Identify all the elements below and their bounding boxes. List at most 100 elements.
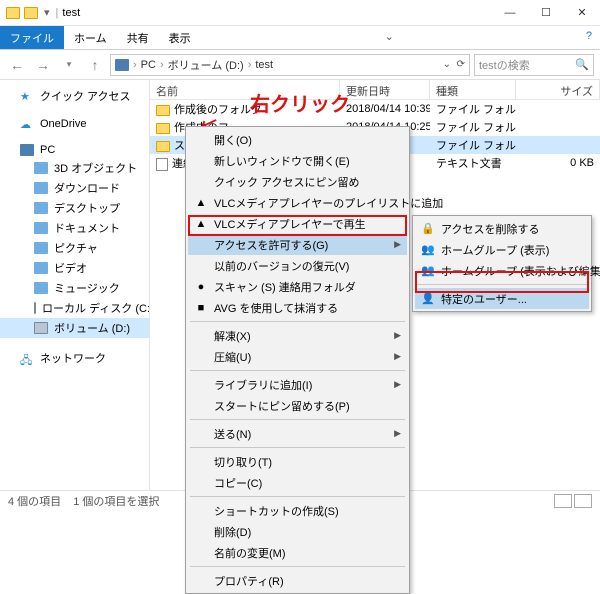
menu-item[interactable]: プロパティ(R) — [188, 570, 407, 591]
context-submenu: 🔒アクセスを削除する👥ホームグループ (表示)👥ホームグループ (表示および編集… — [412, 215, 592, 312]
nav-pc[interactable]: PC — [0, 142, 149, 158]
menu-item[interactable]: アクセスを許可する(G)▶ — [188, 234, 407, 255]
ribbon-expand-icon[interactable]: ⌄ — [377, 26, 402, 49]
menu-item[interactable]: ショートカットの作成(S) — [188, 500, 407, 521]
nav-pc-item[interactable]: ダウンロード — [0, 178, 149, 198]
menu-item[interactable]: 👥ホームグループ (表示および編集) — [415, 260, 589, 281]
menu-item[interactable]: スタートにピン留めする(P) — [188, 395, 407, 416]
menu-item[interactable]: 🔒アクセスを削除する — [415, 218, 589, 239]
back-button[interactable]: ← — [6, 54, 28, 76]
tab-file[interactable]: ファイル — [0, 26, 64, 49]
menu-item[interactable]: ▲VLCメディアプレイヤーのプレイリストに追加 — [188, 192, 407, 213]
menu-item[interactable]: ■AVG を使用して抹消する — [188, 297, 407, 318]
menu-item-icon: ▲ — [193, 218, 209, 230]
maximize-button[interactable]: ☐ — [528, 0, 564, 26]
tab-share[interactable]: 共有 — [117, 26, 159, 49]
submenu-arrow-icon: ▶ — [394, 330, 401, 341]
document-icon — [156, 158, 168, 171]
menu-item-icon: ● — [193, 281, 209, 293]
menu-item[interactable]: クイック アクセスにピン留め — [188, 171, 407, 192]
submenu-arrow-icon: ▶ — [394, 351, 401, 362]
folder-icon — [34, 222, 48, 234]
col-size[interactable]: サイズ — [516, 80, 600, 99]
status-selected: 1 個の項目を選択 — [73, 493, 159, 509]
menu-item[interactable]: 開く(O) — [188, 129, 407, 150]
up-button[interactable]: ↑ — [84, 54, 106, 76]
forward-button[interactable]: → — [32, 54, 54, 76]
menu-item[interactable]: ライブラリに追加(I)▶ — [188, 374, 407, 395]
menu-item[interactable]: 新しいウィンドウで開く(E) — [188, 150, 407, 171]
column-headers: 名前 更新日時 種類 サイズ — [150, 80, 600, 100]
folder-icon — [6, 7, 20, 19]
nav-network[interactable]: 🖧ネットワーク — [0, 348, 149, 368]
titlebar-menu-icon[interactable]: ▾ — [44, 6, 50, 19]
menu-item[interactable]: ●スキャン (S) 連絡用フォルダ — [188, 276, 407, 297]
folder-icon — [34, 262, 48, 274]
nav-pc-item[interactable]: ドキュメント — [0, 218, 149, 238]
menu-item[interactable]: ▲VLCメディアプレイヤーで再生 — [188, 213, 407, 234]
menu-item[interactable]: 切り取り(T) — [188, 451, 407, 472]
tab-view[interactable]: 表示 — [159, 26, 201, 49]
refresh-icon[interactable]: ⌄ ⟳ — [443, 59, 465, 70]
breadcrumb-item[interactable]: PC — [141, 59, 156, 71]
nav-quick-access[interactable]: ★クイック アクセス — [0, 86, 149, 106]
submenu-arrow-icon: ▶ — [394, 428, 401, 439]
nav-pc-item[interactable]: ローカル ディスク (C:) — [0, 298, 149, 318]
menu-item[interactable]: 名前の変更(M) — [188, 542, 407, 563]
ribbon-tabs: ファイル ホーム 共有 表示 ⌄ ? — [0, 26, 600, 50]
menu-item[interactable]: 以前のバージョンの復元(V) — [188, 255, 407, 276]
drive-icon — [34, 322, 48, 334]
folder-icon — [34, 242, 48, 254]
search-icon: 🔍 — [575, 58, 589, 71]
menu-item[interactable]: 送る(N)▶ — [188, 423, 407, 444]
nav-pc-item[interactable]: ミュージック — [0, 278, 149, 298]
menu-item[interactable]: 👤特定のユーザー... — [415, 288, 589, 309]
menu-item-icon: ■ — [193, 302, 209, 314]
menu-item-icon: 🔒 — [420, 222, 436, 235]
folder-icon — [34, 162, 48, 174]
menu-item[interactable]: 圧縮(U)▶ — [188, 346, 407, 367]
col-type[interactable]: 種類 — [430, 80, 516, 99]
network-icon: 🖧 — [20, 352, 34, 364]
minimize-button[interactable]: — — [492, 0, 528, 26]
menu-item[interactable]: 👥ホームグループ (表示) — [415, 239, 589, 260]
breadcrumb-item[interactable]: test — [255, 59, 273, 71]
breadcrumb[interactable]: › PC› ボリューム (D:)› test ⌄ ⟳ — [110, 54, 470, 76]
menu-item[interactable]: 解凍(X)▶ — [188, 325, 407, 346]
search-input[interactable]: testの検索 🔍 — [474, 54, 594, 76]
nav-pane: ★クイック アクセス ☁OneDrive PC 3D オブジェクト ダウンロード… — [0, 80, 150, 490]
address-bar: ← → ▾ ↑ › PC› ボリューム (D:)› test ⌄ ⟳ testの… — [0, 50, 600, 80]
window-title: test — [58, 7, 80, 19]
folder-icon — [156, 105, 170, 116]
nav-pc-item[interactable]: 3D オブジェクト — [0, 158, 149, 178]
submenu-arrow-icon: ▶ — [394, 239, 401, 250]
pc-icon — [115, 59, 129, 71]
context-menu: 開く(O)新しいウィンドウで開く(E)クイック アクセスにピン留め▲VLCメディ… — [185, 126, 410, 594]
menu-item[interactable]: 削除(D) — [188, 521, 407, 542]
nav-pc-item[interactable]: デスクトップ — [0, 198, 149, 218]
submenu-arrow-icon: ▶ — [394, 379, 401, 390]
nav-onedrive[interactable]: ☁OneDrive — [0, 116, 149, 132]
menu-item[interactable]: コピー(C) — [188, 472, 407, 493]
view-icons-button[interactable] — [574, 494, 592, 508]
nav-pc-item[interactable]: ビデオ — [0, 258, 149, 278]
col-date[interactable]: 更新日時 — [340, 80, 430, 99]
col-name[interactable]: 名前 — [150, 80, 340, 99]
nav-pc-item[interactable]: ボリューム (D:) — [0, 318, 149, 338]
menu-item-icon: ▲ — [193, 197, 209, 209]
menu-item-icon: 👤 — [420, 292, 436, 305]
drive-icon — [34, 302, 36, 314]
folder-icon — [34, 202, 48, 214]
recent-button[interactable]: ▾ — [58, 54, 80, 76]
view-details-button[interactable] — [554, 494, 572, 508]
star-icon: ★ — [20, 90, 34, 102]
help-icon[interactable]: ? — [578, 26, 600, 49]
nav-pc-item[interactable]: ピクチャ — [0, 238, 149, 258]
breadcrumb-item[interactable]: ボリューム (D:) — [168, 57, 244, 73]
pc-icon — [20, 144, 34, 156]
menu-item-icon: 👥 — [420, 243, 436, 256]
tab-home[interactable]: ホーム — [64, 26, 117, 49]
close-button[interactable]: ✕ — [564, 0, 600, 26]
status-count: 4 個の項目 — [8, 493, 61, 509]
file-row[interactable]: 作成後のフォルダ2018/04/14 10:39ファイル フォルダー — [150, 100, 600, 118]
